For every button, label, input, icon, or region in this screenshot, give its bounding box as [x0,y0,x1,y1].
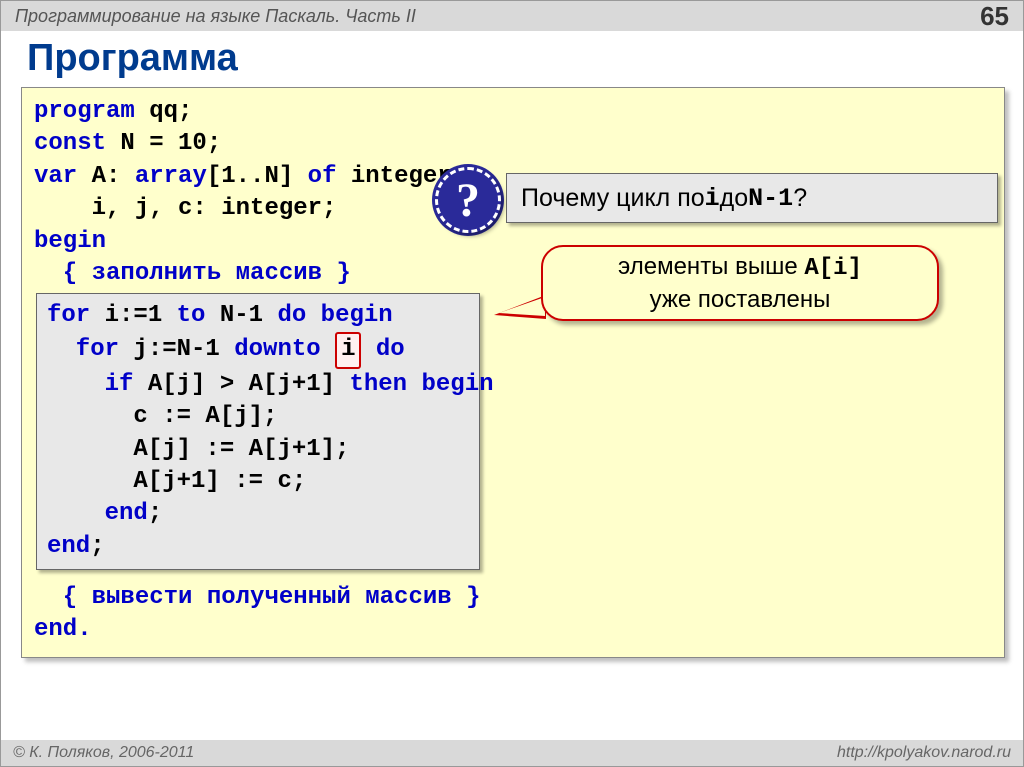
header-bar: Программирование на языке Паскаль. Часть… [1,1,1023,31]
footer-bar: © К. Поляков, 2006-2011 http://kpolyakov… [1,740,1023,766]
inner-code-box: for i:=1 to N-1 do begin for j:=N-1 down… [36,293,480,570]
mono-i: i [705,184,720,213]
callout-answer: элементы выше A[i] уже поставлены [541,245,939,321]
comment-line: { заполнить массив } [34,260,351,287]
question-badge-icon: ? [435,167,501,233]
kw-begin: begin [34,228,106,255]
kw-of: of [308,163,337,190]
page-number: 65 [980,1,1009,32]
inner-code: for i:=1 to N-1 do begin for j:=N-1 down… [47,300,469,563]
footer-left: © К. Поляков, 2006-2011 [13,744,194,762]
slide: Программирование на языке Паскаль. Часть… [0,0,1024,767]
kw-const: const [34,130,106,157]
kw-end: end. [34,616,92,643]
kw-program: program [34,98,135,125]
comment-line: { вывести полученный массив } [34,584,480,611]
kw-var: var [34,163,77,190]
callout-question: Почему цикл по i до N-1 ? [506,173,998,223]
mono-ai: A[i] [804,255,862,282]
footer-right: http://kpolyakov.narod.ru [837,744,1011,762]
kw-array: array [135,163,207,190]
mono-n1: N-1 [748,184,793,213]
question-mark: ? [456,173,480,228]
header-title: Программирование на языке Паскаль. Часть… [15,6,416,27]
slide-title: Программа [1,31,1023,86]
highlight-i: i [335,332,361,368]
